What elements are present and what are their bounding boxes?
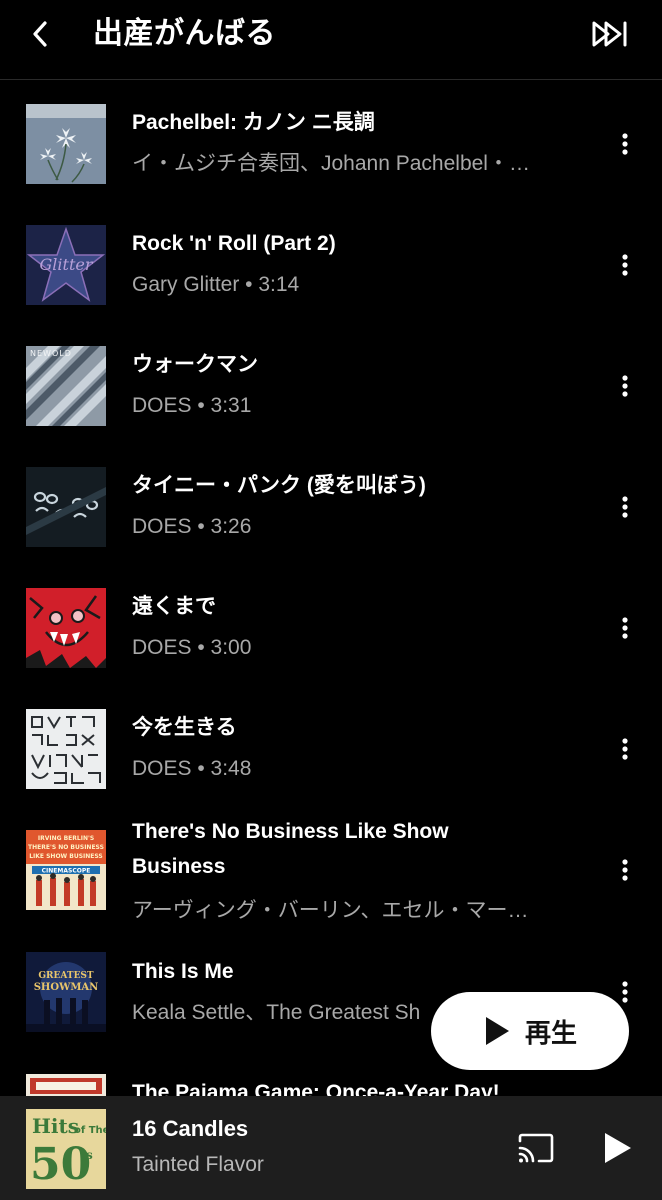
pajama-game-art	[26, 1074, 106, 1096]
more-vert-icon	[622, 254, 628, 276]
dark-letters-art	[26, 467, 106, 547]
greatest-showman-poster: GREATEST SHOWMAN	[26, 952, 106, 1032]
shuffle-queue-button[interactable]	[586, 14, 634, 54]
track-row[interactable]: IRVING BERLIN'S THERE'S NO BUSINESS LIKE…	[0, 806, 662, 946]
svg-text:THERE'S NO BUSINESS: THERE'S NO BUSINESS	[28, 844, 104, 851]
track-subtitle: DOES • 3:26	[132, 515, 252, 538]
more-vert-icon	[622, 375, 628, 397]
mini-player[interactable]: Hits of The 50 s 16 Candles Tainted Flav…	[0, 1096, 662, 1200]
more-options-button[interactable]	[610, 850, 640, 890]
track-title: ウォークマン	[132, 353, 258, 376]
svg-text:of The: of The	[74, 1125, 106, 1136]
double-play-icon	[592, 21, 627, 47]
track-subtitle: Gary Glitter • 3:14	[132, 273, 300, 296]
now-playing-art: Hits of The 50 s	[26, 1109, 106, 1189]
track-list: Pachelbel: カノン ニ長調 イ・ムジチ合奏団、Johann Pache…	[0, 80, 662, 1096]
track-title: Pachelbel: カノン ニ長調	[132, 111, 375, 134]
track-subtitle: アーヴィング・バーリン、エセル・マー…	[132, 899, 529, 922]
show-business-poster: IRVING BERLIN'S THERE'S NO BUSINESS LIKE…	[26, 830, 106, 910]
play-icon	[605, 1133, 631, 1163]
play-icon	[485, 1017, 509, 1045]
play-all-button[interactable]: 再生	[431, 992, 629, 1070]
svg-text:Hits: Hits	[32, 1114, 79, 1138]
hits-of-the-50s-art: Hits of The 50 s	[26, 1109, 106, 1189]
album-art	[26, 1074, 106, 1096]
track-title: タイニー・パンク (愛を叫ぼう)	[132, 474, 426, 497]
track-row[interactable]: The Pajama Game: Once-a-Year Day!	[0, 1070, 662, 1096]
red-monster-art	[26, 588, 106, 668]
album-art	[26, 104, 106, 184]
album-art: Glitter	[26, 225, 106, 305]
top-bar: 出産がんばる	[0, 0, 662, 80]
cast-button[interactable]	[514, 1128, 558, 1168]
track-title: The Pajama Game: Once-a-Year Day!	[132, 1081, 500, 1096]
track-title: Rock 'n' Roll (Part 2)	[132, 232, 336, 255]
svg-text:50: 50	[30, 1139, 91, 1189]
flowers-icon	[26, 104, 106, 184]
white-letters-art	[26, 709, 106, 789]
track-title: 今を生きる	[132, 716, 237, 739]
stripes-art: NEWOLD	[26, 346, 106, 426]
play-all-label: 再生	[524, 1017, 577, 1048]
chevron-left-icon	[33, 21, 47, 47]
more-vert-icon	[622, 859, 628, 881]
more-options-button[interactable]	[610, 366, 640, 406]
album-art: GREATEST SHOWMAN	[26, 952, 106, 1032]
svg-text:SHOWMAN: SHOWMAN	[34, 982, 99, 993]
album-art	[26, 709, 106, 789]
more-vert-icon	[622, 496, 628, 518]
more-vert-icon	[622, 617, 628, 639]
more-options-button[interactable]	[610, 245, 640, 285]
svg-text:Glitter: Glitter	[40, 255, 94, 274]
track-row[interactable]: Pachelbel: カノン ニ長調 イ・ムジチ合奏団、Johann Pache…	[0, 80, 662, 201]
page-title: 出産がんばる	[93, 17, 276, 50]
track-subtitle: DOES • 3:48	[132, 757, 252, 780]
track-row[interactable]: 遠くまで DOES • 3:00	[0, 564, 662, 685]
play-button[interactable]	[598, 1126, 638, 1170]
album-art: NEWOLD	[26, 346, 106, 426]
track-subtitle: DOES • 3:31	[132, 394, 252, 417]
more-options-button[interactable]	[610, 487, 640, 527]
track-row[interactable]: タイニー・パンク (愛を叫ぼう) DOES • 3:26	[0, 443, 662, 564]
more-options-button[interactable]	[610, 608, 640, 648]
more-vert-icon	[622, 133, 628, 155]
cast-icon	[518, 1133, 554, 1163]
more-vert-icon	[622, 738, 628, 760]
svg-text:IRVING BERLIN'S: IRVING BERLIN'S	[38, 835, 94, 842]
track-subtitle: Keala Settle、The Greatest Sh	[132, 1001, 421, 1024]
svg-text:LIKE SHOW BUSINESS: LIKE SHOW BUSINESS	[29, 853, 103, 860]
track-row[interactable]: 今を生きる DOES • 3:48	[0, 685, 662, 806]
svg-text:s: s	[86, 1148, 93, 1162]
album-art: IRVING BERLIN'S THERE'S NO BUSINESS LIKE…	[26, 830, 106, 910]
svg-text:CINEMASCOPE: CINEMASCOPE	[42, 868, 91, 875]
track-row[interactable]: Glitter Rock 'n' Roll (Part 2) Gary Glit…	[0, 201, 662, 322]
more-options-button[interactable]	[610, 729, 640, 769]
album-art	[26, 467, 106, 547]
album-art	[26, 588, 106, 668]
track-row[interactable]: NEWOLD ウォークマン DOES • 3:31	[0, 322, 662, 443]
glitter-star-icon: Glitter	[26, 225, 106, 305]
svg-text:NEWOLD: NEWOLD	[30, 349, 72, 358]
track-title: There's No Business Like Show Business	[132, 820, 449, 878]
track-title: This Is Me	[132, 960, 234, 983]
now-playing-title: 16 Candles	[132, 1116, 249, 1141]
back-button[interactable]	[22, 14, 58, 54]
more-vert-icon	[622, 981, 628, 1003]
more-options-button[interactable]	[610, 124, 640, 164]
track-subtitle: DOES • 3:00	[132, 636, 252, 659]
now-playing-artist: Tainted Flavor	[132, 1153, 264, 1176]
track-title: 遠くまで	[132, 595, 216, 618]
svg-text:GREATEST: GREATEST	[38, 971, 94, 981]
track-subtitle: イ・ムジチ合奏団、Johann Pachelbel・…	[132, 152, 530, 175]
